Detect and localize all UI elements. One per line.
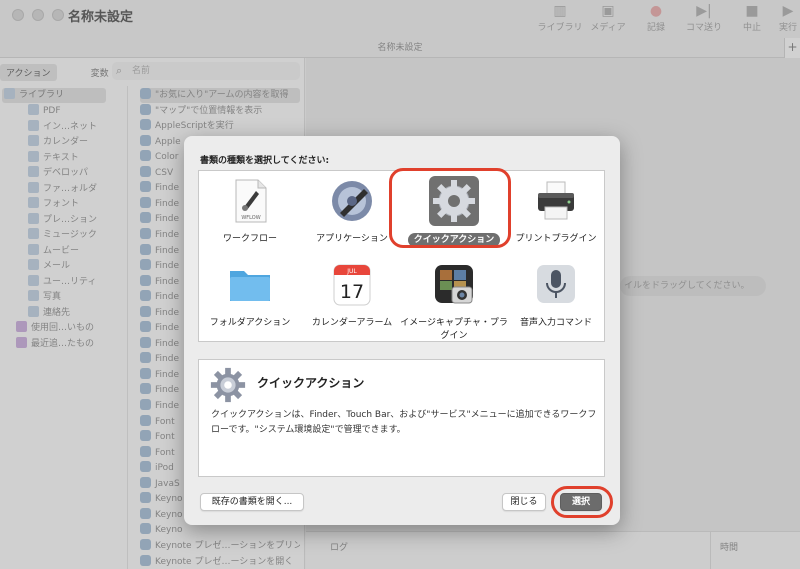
type-folder-action[interactable]: フォルダアクション (200, 261, 300, 339)
type-workflow[interactable]: WFLOW ワークフロー (200, 177, 300, 247)
gear-icon (210, 367, 246, 403)
type-label: 音声入力コマンド (519, 318, 592, 328)
type-image-capture-plugin[interactable]: イメージキャプチャ・プラグイン (400, 261, 508, 341)
description-title: クイックアクション (257, 376, 365, 390)
gear-icon (429, 176, 479, 226)
document-type-grid: WFLOW ワークフロー アプリケーション クイックアクション プリントプラグイ… (198, 168, 606, 342)
type-label-selected: クイックアクション (408, 233, 500, 247)
dialog-prompt: 書類の種類を選択してください: (200, 156, 330, 166)
microphone-icon (537, 265, 575, 303)
type-label: カレンダーアラーム (311, 318, 393, 328)
wflow-badge: WFLOW (241, 215, 260, 221)
choose-button[interactable]: 選択 (560, 493, 602, 511)
type-label: アプリケーション (316, 234, 388, 244)
document-type-dialog: 書類の種類を選択してください: WFLOW ワークフロー アプリケーション クイ… (184, 136, 620, 525)
automator-app-icon (332, 181, 372, 221)
type-label: フォルダアクション (209, 318, 291, 328)
type-label: プリントプラグイン (515, 234, 597, 244)
description-text: クイックアクションは、Finder、Touch Bar、および"サービス"メニュ… (211, 410, 597, 435)
type-quick-action[interactable]: クイックアクション (404, 175, 504, 247)
workflow-file-icon: WFLOW (235, 179, 267, 223)
type-print-plugin[interactable]: プリントプラグイン (506, 177, 606, 247)
printer-icon (538, 181, 574, 220)
description-panel: クイックアクション クイックアクションは、Finder、Touch Bar、およ… (198, 359, 605, 477)
calendar-day: 17 (340, 281, 364, 303)
close-button[interactable]: 閉じる (502, 493, 546, 511)
calendar-month: JUL (346, 268, 357, 275)
type-calendar-alarm[interactable]: JUL 17 カレンダーアラーム (302, 261, 402, 339)
type-application[interactable]: アプリケーション (302, 177, 402, 247)
open-existing-document-button[interactable]: 既存の書類を開く... (200, 493, 304, 511)
type-label: ワークフロー (222, 234, 277, 244)
type-dictation-command[interactable]: 音声入力コマンド (506, 261, 606, 339)
calendar-icon: JUL 17 (333, 264, 371, 306)
folder-icon (230, 271, 270, 301)
type-label: イメージキャプチャ・プラグイン (400, 318, 508, 341)
image-capture-icon (435, 265, 473, 304)
